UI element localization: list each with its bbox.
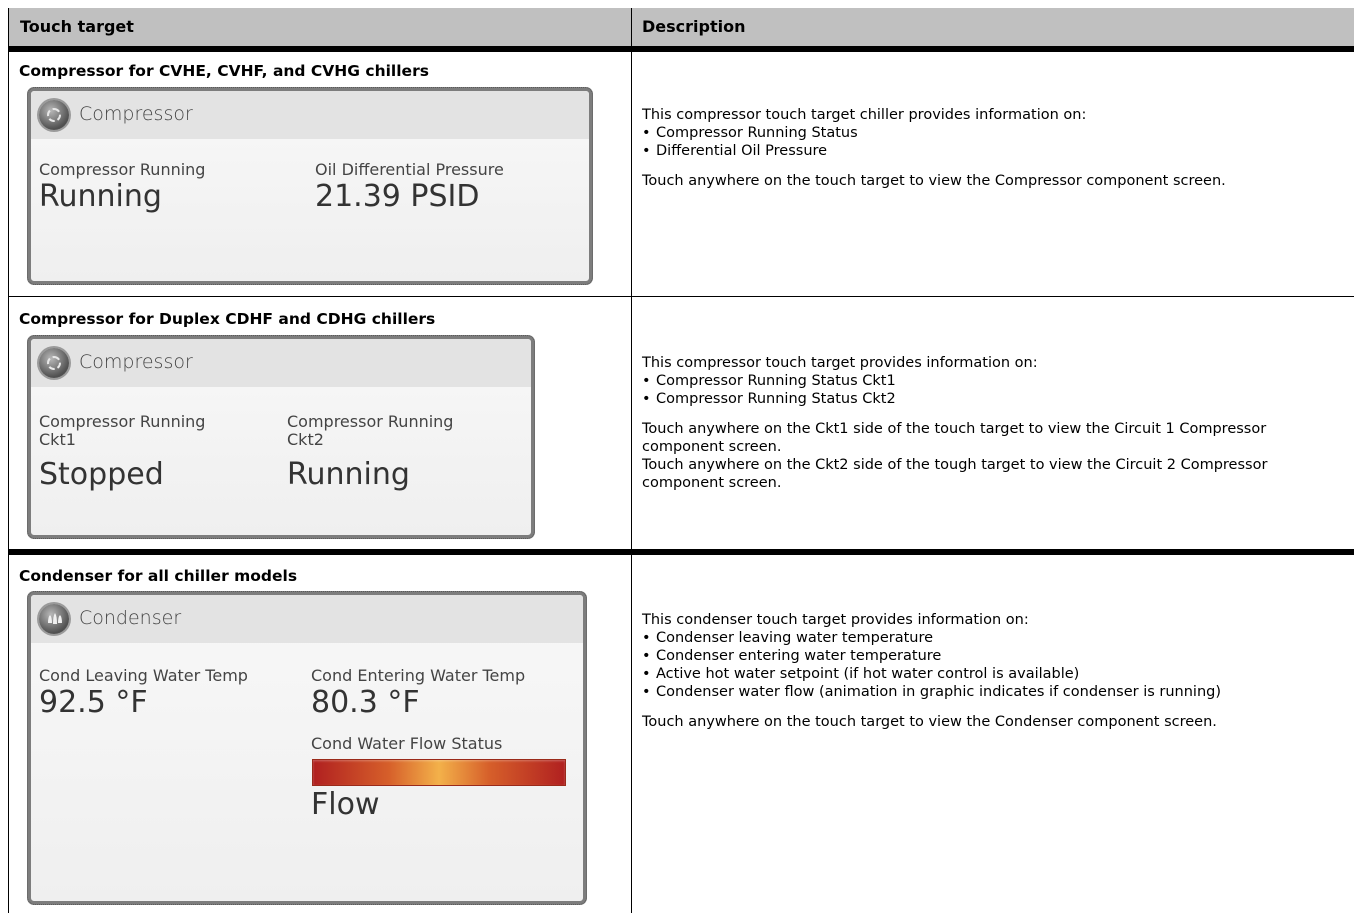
list-item: Compressor Running Status Ckt1 bbox=[642, 372, 1342, 390]
column-header-touch-target: Touch target bbox=[20, 17, 134, 36]
panel-title: Compressor bbox=[79, 103, 193, 125]
info-list: Compressor Running Status Ckt1 Compresso… bbox=[642, 372, 1342, 408]
list-item: Condenser entering water temperature bbox=[642, 647, 1342, 665]
panel-title: Compressor bbox=[79, 351, 193, 373]
description-cell: This compressor touch target provides in… bbox=[642, 354, 1342, 492]
list-item: Compressor Running Status bbox=[642, 124, 1342, 142]
ckt2-status-value: Running bbox=[287, 457, 410, 492]
row-divider bbox=[8, 296, 1354, 297]
description-body: Touch anywhere on the Ckt1 side of the t… bbox=[642, 421, 1267, 455]
ckt1-label[interactable]: Compressor Running Ckt1 bbox=[39, 413, 205, 449]
table-left-border bbox=[8, 8, 9, 913]
panel-title: Condenser bbox=[79, 607, 182, 629]
ckt2-label-line1: Compressor Running bbox=[287, 412, 454, 431]
ckt1-label-line1: Compressor Running bbox=[39, 412, 206, 431]
row-title: Condenser for all chiller models bbox=[19, 567, 298, 585]
row-title: Compressor for Duplex CDHF and CDHG chil… bbox=[19, 310, 436, 328]
description-cell: This condenser touch target provides inf… bbox=[642, 611, 1342, 731]
description-body: Touch anywhere on the Ckt2 side of the t… bbox=[642, 457, 1268, 491]
header-divider bbox=[8, 46, 1354, 52]
table-header: Touch target Description bbox=[8, 8, 1354, 46]
column-divider bbox=[631, 8, 632, 913]
compressor-running-value: Running bbox=[39, 179, 162, 214]
compressor-icon bbox=[39, 100, 69, 130]
info-list: Condenser leaving water temperature Cond… bbox=[642, 629, 1342, 701]
cond-flow-status-value: Flow bbox=[311, 787, 380, 822]
list-item: Condenser water flow (animation in graph… bbox=[642, 683, 1316, 701]
compressor-icon bbox=[39, 348, 69, 378]
panel-header: Compressor bbox=[31, 91, 589, 139]
description-cell: This compressor touch target chiller pro… bbox=[642, 106, 1342, 190]
info-list: Compressor Running Status Differential O… bbox=[642, 124, 1342, 160]
oil-pressure-value: 21.39 PSID bbox=[315, 179, 480, 214]
cond-leaving-temp-value: 92.5 °F bbox=[39, 685, 148, 720]
description-body: Touch anywhere on the touch target to vi… bbox=[642, 173, 1226, 189]
list-item: Compressor Running Status Ckt2 bbox=[642, 390, 1342, 408]
cond-entering-temp-value: 80.3 °F bbox=[311, 685, 420, 720]
condenser-icon bbox=[39, 604, 69, 634]
cond-leaving-temp-label: Cond Leaving Water Temp bbox=[39, 666, 248, 685]
row-title: Compressor for CVHE, CVHF, and CVHG chil… bbox=[19, 62, 429, 80]
panel-header: Condenser bbox=[31, 595, 583, 643]
panel-header: Compressor bbox=[31, 339, 531, 387]
oil-pressure-label: Oil Differential Pressure bbox=[315, 160, 504, 179]
ckt1-status-value: Stopped bbox=[39, 457, 164, 492]
duplex-compressor-touch-target[interactable]: Compressor Compressor Running Ckt1 Stopp… bbox=[27, 335, 535, 539]
description-intro: This compressor touch target chiller pro… bbox=[642, 107, 1087, 123]
description-intro: This condenser touch target provides inf… bbox=[642, 612, 1029, 628]
condenser-touch-target[interactable]: Condenser Cond Leaving Water Temp 92.5 °… bbox=[27, 591, 587, 905]
flow-animation-bar bbox=[313, 760, 565, 785]
cond-flow-status-label: Cond Water Flow Status bbox=[311, 734, 503, 753]
ckt2-label-line2: Ckt2 bbox=[287, 430, 324, 449]
ckt2-label[interactable]: Compressor Running Ckt2 bbox=[287, 413, 453, 449]
row-divider-thick bbox=[8, 549, 1354, 555]
list-item: Differential Oil Pressure bbox=[642, 142, 1342, 160]
cond-entering-temp-label: Cond Entering Water Temp bbox=[311, 666, 526, 685]
list-item: Condenser leaving water temperature bbox=[642, 629, 1342, 647]
column-header-description: Description bbox=[642, 17, 746, 36]
compressor-touch-target[interactable]: Compressor Compressor Running Running Oi… bbox=[27, 87, 593, 285]
description-intro: This compressor touch target provides in… bbox=[642, 355, 1038, 371]
description-body: Touch anywhere on the touch target to vi… bbox=[642, 714, 1217, 730]
compressor-running-label: Compressor Running bbox=[39, 160, 206, 179]
list-item: Active hot water setpoint (if hot water … bbox=[642, 665, 1342, 683]
ckt1-label-line2: Ckt1 bbox=[39, 430, 76, 449]
